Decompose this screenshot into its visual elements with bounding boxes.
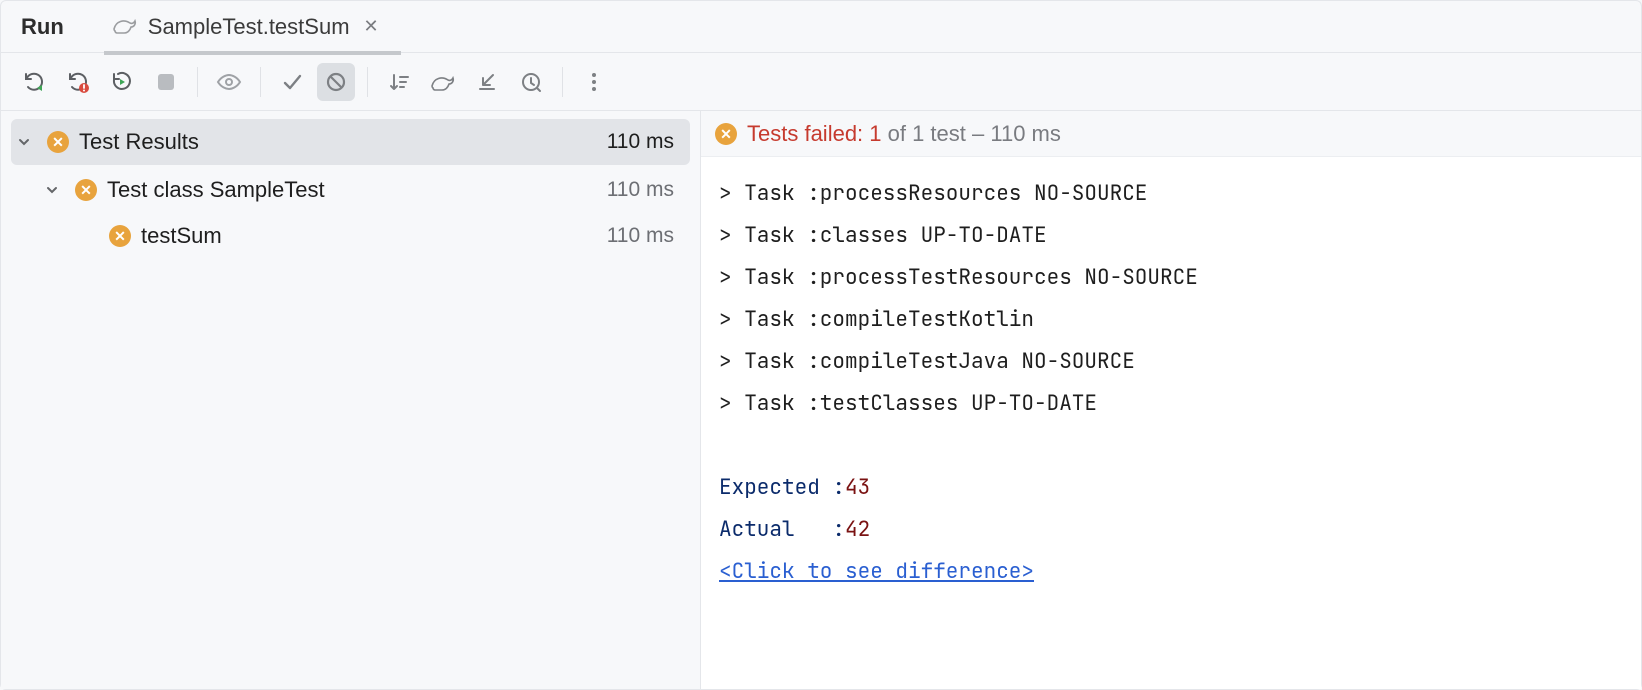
- show-passed-button[interactable]: [210, 63, 248, 101]
- rerun-button[interactable]: [15, 63, 53, 101]
- toolbar-separator: [367, 67, 368, 97]
- stop-button[interactable]: [147, 63, 185, 101]
- see-difference-link[interactable]: <Click to see difference>: [719, 558, 1034, 585]
- run-label: Run: [21, 14, 64, 40]
- main-split: ✕ Test Results 110 ms ✕ Test class Sampl…: [1, 111, 1641, 689]
- test-tree: ✕ Test Results 110 ms ✕ Test class Sampl…: [1, 111, 701, 689]
- summary-rest: of 1 test – 110 ms: [882, 121, 1061, 146]
- run-tab[interactable]: SampleTest.testSum ✕: [104, 3, 401, 55]
- tree-root-time: 110 ms: [607, 130, 684, 154]
- chevron-down-icon: [45, 177, 65, 203]
- toolbar-separator: [562, 67, 563, 97]
- expected-label: Expected :: [719, 474, 845, 501]
- console-line: > Task :classes UP-TO-DATE: [719, 215, 1623, 257]
- run-toolbar: [1, 53, 1641, 111]
- tree-test-label: testSum: [141, 223, 597, 249]
- console-output[interactable]: > Task :processResources NO-SOURCE> Task…: [701, 157, 1641, 609]
- sort-button[interactable]: [380, 63, 418, 101]
- output-panel: ✕ Tests failed: 1 of 1 test – 110 ms > T…: [701, 111, 1641, 689]
- gradle-tool-button[interactable]: [424, 63, 462, 101]
- toolbar-separator: [260, 67, 261, 97]
- expected-value: 43: [845, 474, 870, 501]
- tree-root-label: Test Results: [79, 129, 597, 155]
- actual-value: 42: [845, 516, 870, 543]
- console-line: > Task :processResources NO-SOURCE: [719, 173, 1623, 215]
- summary-failed: Tests failed: 1: [747, 121, 882, 146]
- tab-title: SampleTest.testSum: [148, 14, 350, 40]
- fail-icon: ✕: [47, 131, 69, 153]
- tree-class-label: Test class SampleTest: [107, 177, 597, 203]
- fail-icon: ✕: [109, 225, 131, 247]
- tree-test-row[interactable]: ✕ testSum 110 ms: [1, 213, 700, 259]
- console-line: > Task :processTestResources NO-SOURCE: [719, 257, 1623, 299]
- fail-icon: ✕: [715, 123, 737, 145]
- run-header: Run SampleTest.testSum ✕: [1, 1, 1641, 53]
- close-icon[interactable]: ✕: [360, 14, 383, 39]
- console-line: > Task :compileTestJava NO-SOURCE: [719, 341, 1623, 383]
- chevron-down-icon: [17, 129, 37, 155]
- show-passed-tests-button[interactable]: [273, 63, 311, 101]
- more-options-button[interactable]: [575, 63, 613, 101]
- toggle-auto-rerun-button[interactable]: [103, 63, 141, 101]
- console-line: > Task :testClasses UP-TO-DATE: [719, 383, 1623, 425]
- test-summary-bar: ✕ Tests failed: 1 of 1 test – 110 ms: [701, 111, 1641, 157]
- fail-icon: ✕: [75, 179, 97, 201]
- gradle-icon: [112, 15, 138, 38]
- show-ignored-tests-button[interactable]: [317, 63, 355, 101]
- rerun-failed-button[interactable]: [59, 63, 97, 101]
- history-button[interactable]: [512, 63, 550, 101]
- tree-class-row[interactable]: ✕ Test class SampleTest 110 ms: [1, 167, 700, 213]
- console-line: > Task :compileTestKotlin: [719, 299, 1623, 341]
- toolbar-separator: [197, 67, 198, 97]
- tree-test-time: 110 ms: [607, 224, 684, 248]
- import-results-button[interactable]: [468, 63, 506, 101]
- tree-root-row[interactable]: ✕ Test Results 110 ms: [11, 119, 690, 165]
- tree-class-time: 110 ms: [607, 178, 684, 202]
- actual-label: Actual :: [719, 516, 845, 543]
